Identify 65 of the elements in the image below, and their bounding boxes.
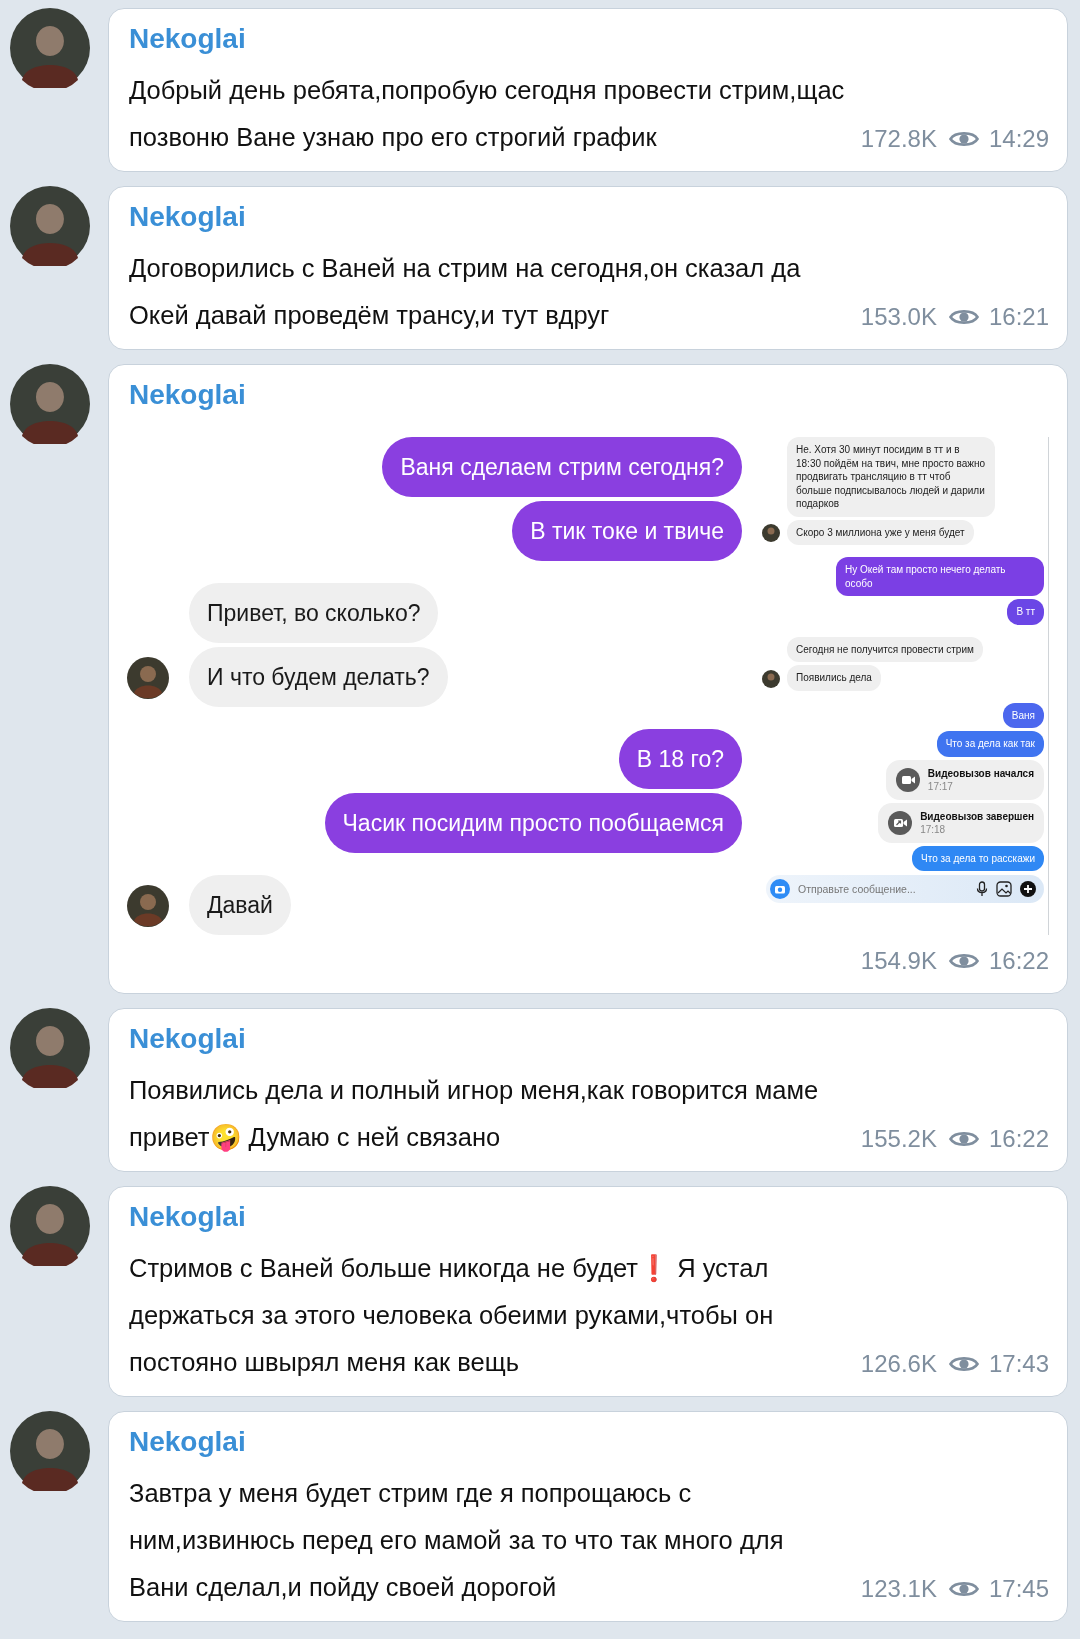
post-text: Завтра у меня будет стрим где я попрощаюсь с ним,извинюсь перед его мамой за то что так много для Вани сделал,и пойду своей дорогой (129, 1478, 785, 1603)
image-icon[interactable] (996, 881, 1012, 897)
chat-bubble: Ваня сделаем стрим сегодня? (382, 437, 742, 497)
call-title: Видеовызов начался (927, 766, 1034, 780)
add-icon[interactable] (1020, 881, 1036, 897)
post-text: Стримов с Ваней больше никогда не будет❗ Я устал держаться за этого человека обеими руками,чтобы он постояно швырял меня как вещь (129, 1253, 775, 1378)
post-time: 17:45 (988, 1574, 1049, 1604)
eye-icon (948, 1354, 979, 1374)
post-text: Появились дела и полный игнор меня,как говорится маме привет🤪 Думаю с ней связано (129, 1075, 820, 1154)
chat-bubble: Ваня (1002, 702, 1044, 728)
chat-bubble: В тт (1007, 599, 1044, 625)
avatar[interactable] (10, 8, 90, 88)
microphone-icon[interactable] (976, 881, 988, 897)
avatar (127, 885, 169, 927)
post-time: 16:22 (988, 1124, 1049, 1154)
channel-name[interactable]: Nekoglai (129, 1422, 1049, 1462)
post-time: 16:22 (988, 946, 1049, 976)
chat-bubble: В 18 го? (618, 729, 742, 789)
chat-bubble: Что за дела то расскажи (912, 845, 1044, 871)
view-count: 154.9K (860, 946, 937, 976)
channel-name[interactable]: Nekoglai (129, 1197, 1049, 1237)
view-count: 155.2K (860, 1124, 937, 1154)
eye-icon (948, 129, 979, 149)
eye-icon (948, 1579, 979, 1599)
call-title: Видеовызов завершен (920, 809, 1034, 823)
call-time: 17:17 (927, 779, 954, 793)
chat-bubble: И что будем делать? (189, 647, 448, 707)
avatar[interactable] (10, 1411, 90, 1491)
avatar[interactable] (10, 1008, 90, 1088)
channel-name[interactable]: Nekoglai (129, 375, 1049, 415)
avatar (762, 669, 780, 688)
eye-icon (948, 1129, 979, 1149)
avatar[interactable] (10, 364, 90, 444)
chat-bubble: Скоро 3 миллиона уже у меня будет (787, 519, 974, 545)
chat-bubble: Не. Хотя 30 минут посидим в тт и в 18:30 пойдём на твич, мне просто важно продвигать трансляцию в тт чтоб больше подписывалось людей и дарили подарков (787, 437, 995, 517)
chat-bubble: Ну Окей там просто нечего делать особо (836, 557, 1044, 596)
avatar (762, 524, 780, 542)
message-placeholder: Отправьте сообщение... (798, 883, 917, 895)
camera-icon[interactable] (770, 879, 790, 899)
view-count: 172.8K (860, 124, 937, 154)
eye-icon (948, 951, 979, 971)
post-time: 17:43 (988, 1349, 1049, 1379)
avatar[interactable] (10, 186, 90, 266)
post-text: Добрый день ребята,попробую сегодня провести стрим,щас позвоню Ване узнаю про его строгий график (129, 75, 846, 153)
chat-bubble: Часик посидим просто пообщаемся (324, 793, 742, 853)
chat-bubble: Давай (189, 875, 291, 935)
channel-name[interactable]: Nekoglai (129, 1019, 1049, 1059)
post-text: Договорились с Ваней на стрим на сегодня,он сказал да Окей давай проведём трансу,и тут вдруг (129, 253, 802, 331)
call-time: 17:18 (920, 822, 947, 836)
chat-bubble: Сегодня не получится провести стрим (787, 636, 983, 662)
view-count: 126.6K (860, 1349, 937, 1379)
channel-name[interactable]: Nekoglai (129, 197, 1049, 237)
chat-bubble: Появились дела (787, 665, 881, 691)
chat-bubble: В тик токе и твиче (512, 501, 742, 561)
post-time: 16:21 (988, 302, 1049, 332)
avatar[interactable] (10, 1186, 90, 1266)
post-time: 14:29 (988, 124, 1049, 154)
chat-bubble: Привет, во сколько? (189, 583, 439, 643)
channel-name[interactable]: Nekoglai (129, 19, 1049, 59)
eye-icon (948, 307, 979, 327)
message-field[interactable]: Отправьте сообщение... (766, 875, 1044, 903)
avatar (127, 657, 169, 699)
view-count: 153.0K (860, 302, 937, 332)
view-count: 123.1K (860, 1574, 937, 1604)
chat-bubble: Что за дела как так (936, 731, 1044, 757)
